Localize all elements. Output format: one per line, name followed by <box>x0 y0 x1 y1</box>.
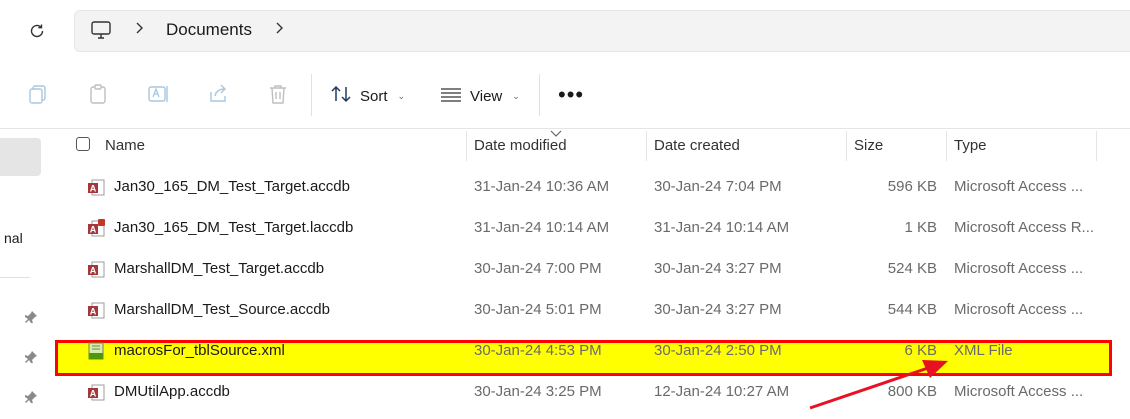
file-size: 1 KB <box>904 219 937 236</box>
file-date-created: 30-Jan-24 3:27 PM <box>654 260 782 277</box>
xml-file-icon <box>86 341 106 361</box>
file-size: 596 KB <box>887 178 937 195</box>
file-size: 6 KB <box>904 342 937 359</box>
svg-text:A: A <box>90 184 97 194</box>
copy-icon[interactable] <box>26 82 50 106</box>
file-date-created: 30-Jan-24 3:27 PM <box>654 301 782 318</box>
column-header-date-modified[interactable]: Date modified <box>474 137 567 154</box>
column-divider[interactable] <box>946 131 947 161</box>
access-db-icon: A <box>86 259 106 279</box>
svg-text:A: A <box>90 266 97 276</box>
view-label: View <box>470 87 503 105</box>
nav-item-selected[interactable] <box>0 138 41 176</box>
pin-icon[interactable] <box>24 390 38 404</box>
file-type: Microsoft Access ... <box>954 301 1084 318</box>
file-date-created: 12-Jan-24 10:27 AM <box>654 383 790 400</box>
file-name: DMUtilApp.accdb <box>114 383 230 400</box>
file-type: Microsoft Access ... <box>954 383 1084 400</box>
file-row[interactable]: A Jan30_165_DM_Test_Target.accdb 31-Jan-24… <box>44 167 1130 207</box>
refresh-icon[interactable] <box>24 18 50 44</box>
chevron-down-icon: ⌄ <box>512 90 520 101</box>
nav-divider <box>0 277 30 278</box>
file-type: Microsoft Access ... <box>954 178 1084 195</box>
command-bar: Sort ⌄ View ⌄ ••• <box>0 62 1130 129</box>
file-date-created: 31-Jan-24 10:14 AM <box>654 219 790 236</box>
column-divider[interactable] <box>466 131 467 161</box>
chevron-down-icon: ⌄ <box>397 90 406 101</box>
column-header-type[interactable]: Type <box>954 137 987 154</box>
file-size: 544 KB <box>887 301 937 318</box>
file-row[interactable]: A Jan30_165_DM_Test_Target.laccdb 31-Jan-2… <box>44 208 1130 248</box>
file-date-created: 30-Jan-24 2:50 PM <box>654 342 782 359</box>
file-type: XML File <box>954 342 1013 359</box>
file-date-modified: 31-Jan-24 10:36 AM <box>474 178 610 195</box>
sort-button[interactable]: Sort ⌄ <box>330 84 405 108</box>
file-name: Jan30_165_DM_Test_Target.accdb <box>114 178 350 195</box>
svg-text:A: A <box>90 225 97 235</box>
view-button[interactable]: View ⌄ <box>440 84 520 108</box>
file-date-modified: 30-Jan-24 7:00 PM <box>474 260 602 277</box>
share-icon[interactable] <box>206 82 230 106</box>
file-size: 800 KB <box>887 383 937 400</box>
more-options-button[interactable]: ••• <box>558 82 584 108</box>
svg-text:A: A <box>90 389 97 399</box>
column-header-date-created[interactable]: Date created <box>654 137 740 154</box>
svg-text:A: A <box>90 307 97 317</box>
column-header-name[interactable]: Name <box>105 137 145 154</box>
trash-icon[interactable] <box>266 82 290 106</box>
pin-icon[interactable] <box>24 310 38 324</box>
file-name: MarshallDM_Test_Target.accdb <box>114 260 325 277</box>
view-icon <box>440 84 462 108</box>
file-row[interactable]: A MarshallDM_Test_Source.accdb 30-Jan-24 5… <box>44 290 1130 330</box>
file-date-created: 30-Jan-24 7:04 PM <box>654 178 782 195</box>
file-date-modified: 31-Jan-24 10:14 AM <box>474 219 610 236</box>
file-row[interactable]: A MarshallDM_Test_Target.accdb 30-Jan-24 7… <box>44 249 1130 289</box>
breadcrumb-documents[interactable]: Documents <box>166 20 252 40</box>
file-size: 524 KB <box>887 260 937 277</box>
access-lock-icon: A <box>86 218 106 238</box>
column-divider[interactable] <box>846 131 847 161</box>
file-date-modified: 30-Jan-24 3:25 PM <box>474 383 602 400</box>
file-name: Jan30_165_DM_Test_Target.laccdb <box>114 219 354 236</box>
file-type: Microsoft Access ... <box>954 260 1084 277</box>
select-all-checkbox[interactable] <box>76 137 90 151</box>
paste-icon[interactable] <box>86 82 110 106</box>
file-row[interactable]: macrosFor_tblSource.xml 30-Jan-24 4:53 PM… <box>44 331 1130 371</box>
toolbar-separator <box>311 74 312 116</box>
file-type: Microsoft Access R... <box>954 219 1095 236</box>
chevron-right-icon[interactable] <box>134 21 144 40</box>
file-date-modified: 30-Jan-24 4:53 PM <box>474 342 602 359</box>
access-db-icon: A <box>86 300 106 320</box>
nav-item-label[interactable]: nal <box>4 230 23 246</box>
sort-icon <box>330 84 352 108</box>
sort-label: Sort <box>360 87 388 105</box>
access-db-icon: A <box>86 177 106 197</box>
file-row[interactable]: A DMUtilApp.accdb 30-Jan-24 3:25 PM 12-Jan-… <box>44 372 1130 412</box>
rename-icon[interactable] <box>146 82 170 106</box>
file-name: MarshallDM_Test_Source.accdb <box>114 301 330 318</box>
access-db-icon: A <box>86 382 106 402</box>
column-divider[interactable] <box>646 131 647 161</box>
toolbar-separator <box>539 74 540 116</box>
file-date-modified: 30-Jan-24 5:01 PM <box>474 301 602 318</box>
column-header-size[interactable]: Size <box>854 137 883 154</box>
address-bar-area: Documents <box>0 0 1130 62</box>
pin-icon[interactable] <box>24 350 38 364</box>
monitor-icon[interactable] <box>90 19 112 46</box>
chevron-right-icon[interactable] <box>274 21 284 40</box>
file-name: macrosFor_tblSource.xml <box>114 342 285 359</box>
column-divider[interactable] <box>1096 131 1097 161</box>
